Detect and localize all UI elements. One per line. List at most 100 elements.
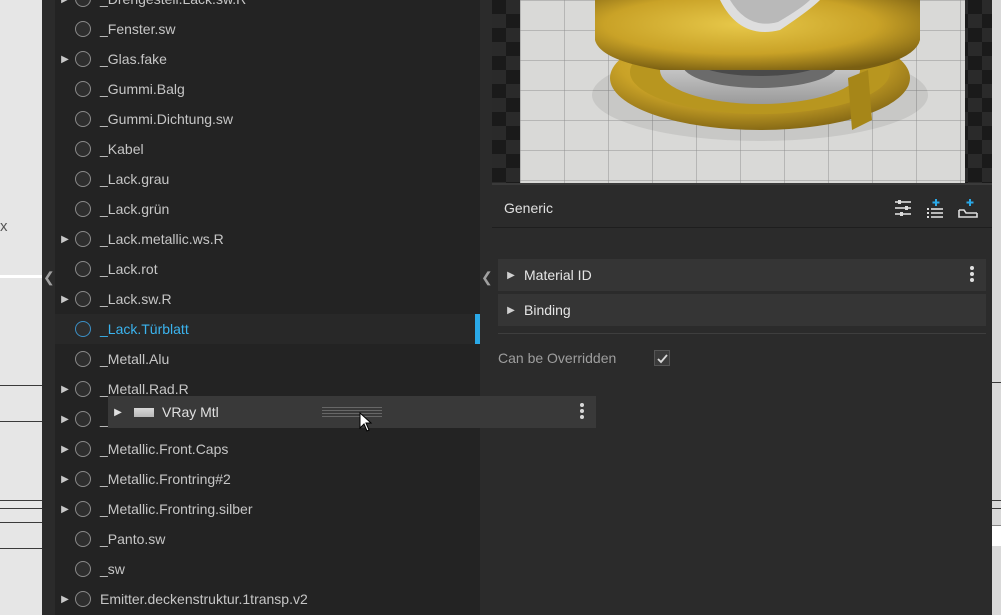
accordion-label: Binding [524, 302, 571, 318]
material-list-item[interactable]: ▶ _Metallic.Frontring.silber [55, 494, 480, 524]
more-options-icon[interactable] [970, 266, 974, 284]
material-list-item[interactable]: ▶ _Lack.sw.R [55, 284, 480, 314]
material-label: _Lack.grün [100, 201, 170, 217]
add-layer-icon[interactable] [957, 197, 979, 219]
expand-triangle-icon[interactable]: ▶ [55, 504, 75, 515]
expand-triangle-icon[interactable]: ▶ [55, 594, 75, 605]
material-list-item[interactable]: ▶ _Metallic.Frontring#2 [55, 464, 480, 494]
material-swatch-icon [134, 407, 154, 417]
material-ball-icon [75, 321, 91, 337]
material-list-item[interactable]: ▶ _Lack.metallic.ws.R [55, 224, 480, 254]
expand-triangle-icon[interactable]: ▶ [55, 54, 75, 65]
material-label: _Lack.rot [100, 261, 158, 277]
material-list-item[interactable]: _Gummi.Balg [55, 74, 480, 104]
expand-triangle-icon[interactable]: ▶ [498, 270, 524, 281]
expand-triangle-icon[interactable]: ▶ [55, 0, 75, 5]
preview-render [520, 0, 965, 183]
viewport-background-right [992, 0, 1001, 615]
material-label: _Kabel [100, 141, 144, 157]
material-ball-icon [75, 591, 91, 607]
material-label: _Metallic.Frontring#2 [100, 471, 231, 487]
material-list-item[interactable]: _Fenster.sw [55, 14, 480, 44]
material-ball-icon [75, 441, 91, 457]
material-label: _Fenster.sw [100, 21, 176, 37]
expand-triangle-icon[interactable]: ▶ [55, 234, 75, 245]
material-ball-icon [75, 261, 91, 277]
expand-triangle-icon[interactable]: ▶ [498, 305, 524, 316]
expand-triangle-icon[interactable]: ▶ [55, 384, 75, 395]
left-strip: ❮ [42, 0, 55, 615]
material-label: _Gummi.Balg [100, 81, 185, 97]
material-ball-icon [75, 111, 91, 127]
material-list-item[interactable]: _Gummi.Dichtung.sw [55, 104, 480, 134]
collapse-list-icon[interactable]: ❮ [481, 269, 493, 286]
material-list-item[interactable]: _Kabel [55, 134, 480, 164]
material-list-item[interactable]: _Lack.rot [55, 254, 480, 284]
material-ball-image [592, 0, 928, 141]
material-list-item[interactable]: _Lack.grün [55, 194, 480, 224]
material-ball-icon [75, 381, 91, 397]
material-list-item[interactable]: ▶ _Glas.fake [55, 44, 480, 74]
material-label: _Drehgestell.Lack.sw.R [100, 0, 246, 7]
divider [498, 333, 986, 334]
material-list-item[interactable]: ▶ _Drehgestell.Lack.sw.R [55, 0, 480, 14]
material-list-item[interactable]: _sw [55, 554, 480, 584]
expand-triangle-icon[interactable]: ▶ [55, 444, 75, 455]
material-ball-icon [75, 51, 91, 67]
material-list-item[interactable]: _Panto.sw [55, 524, 480, 554]
material-label: _Lack.metallic.ws.R [100, 231, 224, 247]
material-list-item[interactable]: _Lack.Türblatt [55, 314, 480, 344]
material-label: Emitter.deckenstruktur.1transp.v2 [100, 591, 308, 607]
material-label: _Lack.sw.R [100, 291, 172, 307]
material-label: _Lack.grau [100, 171, 170, 187]
material-preview [492, 0, 992, 185]
material-inspector: Generic ▶ Material ID ▶ Binding Can be O… [492, 0, 992, 615]
material-ball-icon [75, 231, 91, 247]
more-options-icon[interactable] [580, 403, 584, 421]
material-ball-icon [75, 501, 91, 517]
material-ball-icon [75, 141, 91, 157]
accordion-binding[interactable]: ▶ Binding [498, 294, 986, 326]
material-list: ▶ _Drehgestell.Lack.sw.R _Fenster.sw ▶ _Glas… [55, 0, 480, 615]
drag-ghost-item[interactable]: ▶ VRay Mtl [108, 396, 596, 428]
splitter[interactable]: ❮ [480, 0, 493, 615]
material-ball-icon [75, 561, 91, 577]
material-list-item[interactable]: ▶ Emitter.deckenstruktur.1transp.v2 [55, 584, 480, 614]
material-ball-icon [75, 0, 91, 7]
mouse-cursor-icon [359, 412, 373, 432]
viewport-background: x [0, 0, 42, 615]
drag-grip-icon[interactable] [322, 407, 382, 419]
material-ball-icon [75, 351, 91, 367]
expand-triangle-icon[interactable]: ▶ [55, 294, 75, 305]
drag-ghost-label: VRay Mtl [162, 404, 219, 420]
generic-header: Generic [492, 189, 992, 228]
material-editor-panel: ❮ ▶ _Drehgestell.Lack.sw.R _Fenster.sw ▶ _Gl… [42, 0, 992, 615]
add-list-item-icon[interactable] [924, 197, 946, 219]
material-ball-icon [75, 171, 91, 187]
material-label: _Metall.Rad.R [100, 381, 189, 397]
material-label: _Metallic.Front.Caps [100, 441, 229, 457]
material-label: _Lack.Türblatt [100, 321, 189, 337]
material-ball-icon [75, 21, 91, 37]
material-label: _Gummi.Dichtung.sw [100, 111, 234, 127]
expand-triangle-icon[interactable]: ▶ [55, 474, 75, 485]
material-label: _sw [100, 561, 125, 577]
material-list-item[interactable]: ▶ _Metallic.Front.Caps [55, 434, 480, 464]
accordion-material-id[interactable]: ▶ Material ID [498, 259, 986, 291]
material-label: _Metall.Alu [100, 351, 170, 367]
material-ball-icon [75, 531, 91, 547]
material-label: _ [100, 411, 108, 427]
can-be-overridden-checkbox[interactable] [654, 350, 670, 366]
expand-triangle-icon: ▶ [114, 406, 122, 418]
material-ball-icon [75, 81, 91, 97]
material-list-item[interactable]: _Lack.grau [55, 164, 480, 194]
axis-label: x [0, 218, 8, 235]
material-label: _Panto.sw [100, 531, 166, 547]
collapse-left-icon[interactable]: ❮ [43, 269, 55, 286]
checkmark-icon [657, 354, 668, 364]
material-list-item[interactable]: _Metall.Alu [55, 344, 480, 374]
material-ball-icon [75, 411, 91, 427]
material-label: _Metallic.Frontring.silber [100, 501, 253, 517]
filter-sliders-icon[interactable] [892, 197, 914, 219]
expand-triangle-icon[interactable]: ▶ [55, 414, 75, 425]
